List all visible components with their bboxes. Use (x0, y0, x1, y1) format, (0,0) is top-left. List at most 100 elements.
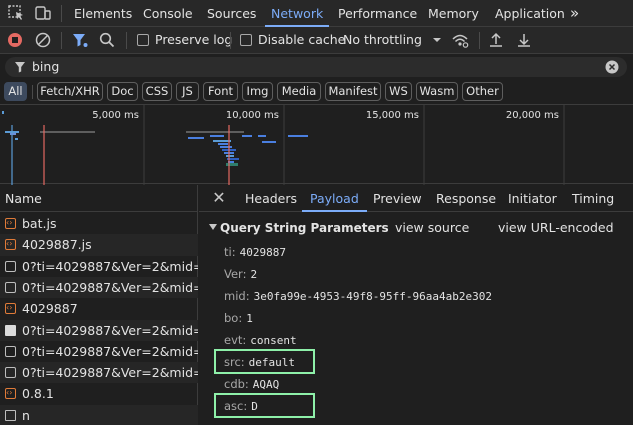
js-file-icon (5, 383, 16, 403)
chip-img[interactable]: Img (242, 82, 273, 101)
tick-label: 20,000 ms (506, 110, 559, 121)
chip-manifest[interactable]: Manifest (325, 82, 381, 101)
tab-network[interactable]: Network (264, 0, 330, 27)
chip-doc[interactable]: Doc (107, 82, 138, 101)
request-row[interactable]: 0?ti=4029887&Ver=2&mid=3... (0, 276, 198, 299)
tick-label: 10,000 ms (226, 110, 279, 121)
chip-css[interactable]: CSS (142, 82, 172, 101)
request-row[interactable]: bat.js (0, 213, 198, 234)
network-toolbar: Preserve log Disable cache No throttling (0, 27, 633, 54)
chip-font[interactable]: Font (203, 82, 238, 101)
xhr-icon (5, 345, 16, 357)
query-string-section-header[interactable]: Query String Parameters view source view… (199, 217, 633, 239)
tab-timing[interactable]: Timing (572, 185, 614, 212)
request-name: 4029887 (22, 301, 78, 317)
chevron-down-icon (433, 38, 441, 42)
param-row: bo: 1 (224, 308, 253, 328)
param-row: cdb: AQAQ (224, 374, 279, 394)
request-row[interactable]: 0?ti=4029887&Ver=2&mid=3... (0, 341, 198, 362)
triangle-down-icon (209, 224, 217, 230)
tab-performance[interactable]: Performance (338, 0, 417, 27)
request-name: 0?ti=4029887&Ver=2&mid=3... (22, 343, 198, 359)
param-value: 1 (246, 312, 253, 325)
param-row: mid: 3e0fa99e-4953-49f8-95ff-96aa4ab2e302 (224, 286, 492, 306)
disable-cache-checkbox[interactable] (240, 34, 252, 46)
network-conditions-icon[interactable] (451, 31, 469, 49)
highlight-box-asc (214, 393, 315, 418)
request-name: n (22, 407, 30, 423)
chip-media[interactable]: Media (277, 82, 321, 101)
request-row[interactable]: 0?ti=4029887&Ver=2&mid=3... (0, 319, 198, 341)
param-value: consent (250, 334, 297, 347)
param-key: bo: (224, 311, 243, 325)
view-url-encoded-link[interactable]: view URL-encoded (498, 217, 614, 239)
view-source-link[interactable]: view source (395, 217, 469, 239)
tick-label: 5,000 ms (92, 110, 139, 121)
more-tabs-button[interactable]: » (570, 0, 579, 27)
request-name: 0?ti=4029887&Ver=2&mid=3... (22, 258, 198, 274)
tab-application[interactable]: Application (495, 0, 565, 27)
preserve-log-checkbox[interactable] (137, 34, 149, 46)
request-name: 0?ti=4029887&Ver=2&mid=3... (22, 365, 198, 381)
tab-initiator[interactable]: Initiator (508, 185, 557, 212)
request-name: 0?ti=4029887&Ver=2&mid=3... (22, 322, 198, 338)
request-row[interactable]: n (0, 404, 198, 425)
export-har-icon[interactable] (515, 31, 533, 49)
tab-console[interactable]: Console (143, 0, 193, 27)
chip-wasm[interactable]: Wasm (416, 82, 458, 101)
name-column-header[interactable]: Name (0, 185, 198, 212)
request-row[interactable]: 4029887 (0, 298, 198, 319)
close-icon[interactable]: ✕ (212, 189, 226, 207)
inspect-element-icon[interactable] (7, 4, 25, 22)
filter-input[interactable]: bing (5, 57, 627, 77)
chip-all[interactable]: All (4, 82, 27, 101)
js-file-icon (5, 213, 16, 233)
request-row[interactable]: 0?ti=4029887&Ver=2&mid=3... (0, 362, 198, 384)
filter-icon[interactable] (71, 31, 89, 49)
tick-label: 15,000 ms (366, 110, 419, 121)
disable-cache-label: Disable cache (258, 32, 346, 47)
preserve-log-label: Preserve log (155, 32, 233, 47)
filter-funnel-icon (15, 62, 25, 73)
tab-sources[interactable]: Sources (207, 0, 256, 27)
xhr-icon (5, 260, 16, 272)
chip-js[interactable]: JS (176, 82, 199, 101)
request-row[interactable]: 0?ti=4029887&Ver=2&mid=3... (0, 256, 198, 277)
tab-memory[interactable]: Memory (428, 0, 479, 27)
param-row: evt: consent (224, 330, 297, 350)
overview-timeline: 5,000 ms 10,000 ms 15,000 ms 20,000 ms (2, 105, 565, 185)
tab-payload[interactable]: Payload (302, 185, 367, 212)
device-toolbar-icon[interactable] (34, 4, 52, 22)
param-key: evt: (224, 333, 247, 347)
tab-preview[interactable]: Preview (373, 185, 422, 212)
param-row: Ver: 2 (224, 264, 257, 284)
tab-elements[interactable]: Elements (74, 0, 132, 27)
clear-icon[interactable] (34, 31, 52, 49)
section-title: Query String Parameters (220, 221, 389, 235)
request-row[interactable]: 4029887.js (0, 234, 198, 256)
record-stop-icon[interactable] (6, 31, 24, 49)
detail-tab-bar: ✕ Headers Payload Preview Response Initi… (199, 185, 633, 212)
param-key: mid: (224, 289, 250, 303)
tab-headers[interactable]: Headers (245, 185, 297, 212)
request-name: bat.js (22, 216, 57, 231)
clear-filter-icon[interactable] (605, 60, 619, 74)
request-row[interactable]: 0.8.1 (0, 383, 198, 404)
chip-other[interactable]: Other (462, 82, 503, 101)
param-key: ti: (224, 245, 236, 259)
js-file-icon (5, 234, 16, 254)
param-value: 4029887 (239, 246, 286, 259)
throttling-select[interactable]: No throttling (343, 27, 422, 53)
tab-response[interactable]: Response (436, 185, 496, 212)
network-overview[interactable]: 5,000 ms 10,000 ms 15,000 ms 20,000 ms (0, 104, 633, 185)
request-list: Name bat.js 4029887.js 0?ti=4029887&Ver=… (0, 185, 198, 425)
import-har-icon[interactable] (487, 31, 505, 49)
document-icon (5, 324, 16, 336)
param-key: cdb: (224, 377, 249, 391)
js-file-icon (5, 298, 16, 318)
search-icon[interactable] (98, 31, 116, 49)
chip-ws[interactable]: WS (385, 82, 412, 101)
resource-type-filter: All Fetch/XHR Doc CSS JS Font Img Media … (0, 79, 633, 104)
xhr-icon (5, 367, 16, 379)
chip-fetch-xhr[interactable]: Fetch/XHR (37, 82, 103, 101)
